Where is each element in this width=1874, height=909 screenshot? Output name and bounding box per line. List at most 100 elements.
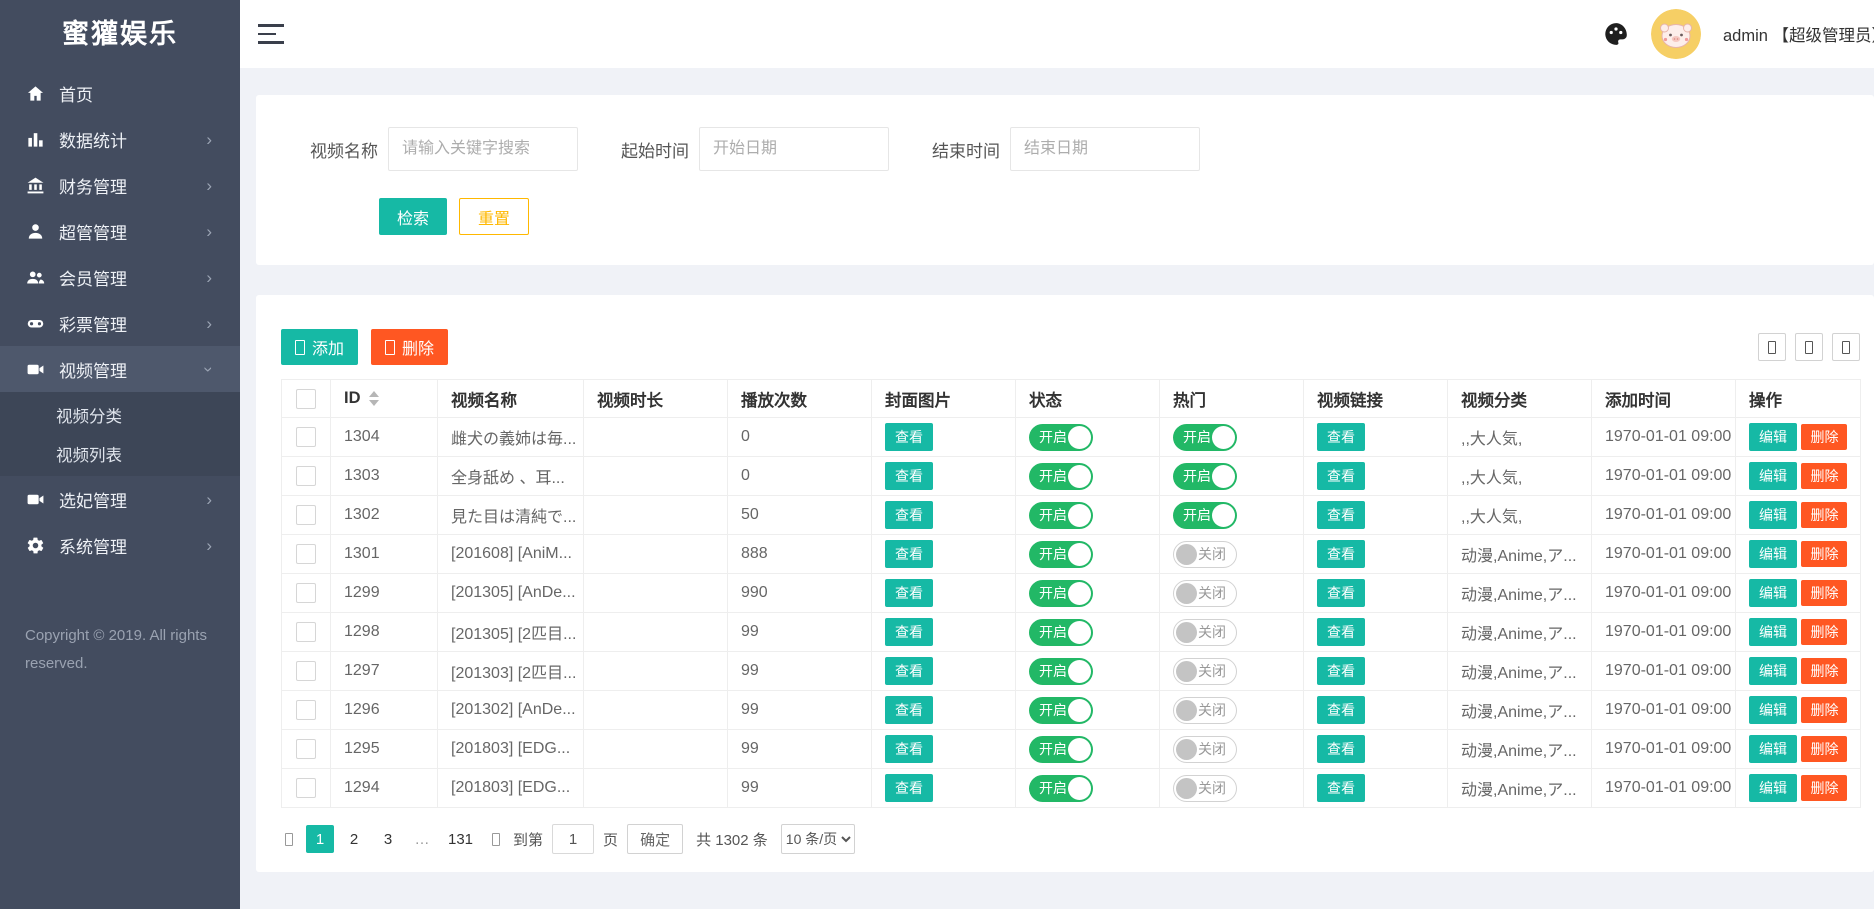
row-delete-button[interactable]: 删除 [1801,619,1847,645]
status-toggle[interactable]: 开启 [1029,502,1093,529]
select-all-checkbox[interactable] [296,389,316,409]
row-checkbox[interactable] [296,427,316,447]
sidebar-item-6[interactable]: 视频管理› [0,346,240,392]
cover-view-button[interactable]: 查看 [885,735,933,763]
row-delete-button[interactable]: 删除 [1801,502,1847,528]
status-toggle[interactable]: 开启 [1029,775,1093,802]
row-delete-button[interactable]: 删除 [1801,463,1847,489]
row-checkbox[interactable] [296,661,316,681]
row-delete-button[interactable]: 删除 [1801,424,1847,450]
row-delete-button[interactable]: 删除 [1801,697,1847,723]
video-name-input[interactable] [388,127,578,171]
row-delete-button[interactable]: 删除 [1801,736,1847,762]
edit-button[interactable]: 编辑 [1749,540,1797,568]
row-delete-button[interactable]: 删除 [1801,580,1847,606]
page-button-1[interactable]: 1 [306,825,334,853]
link-view-button[interactable]: 查看 [1317,774,1365,802]
hot-toggle[interactable]: 关闭 [1173,658,1237,685]
link-view-button[interactable]: 查看 [1317,657,1365,685]
edit-button[interactable]: 编辑 [1749,501,1797,529]
edit-button[interactable]: 编辑 [1749,657,1797,685]
row-checkbox[interactable] [296,622,316,642]
export-button[interactable] [1795,333,1823,361]
search-button[interactable]: 检索 [379,198,447,235]
menu-collapse-icon[interactable] [258,24,284,44]
sort-icon[interactable] [369,391,379,406]
row-delete-button[interactable]: 删除 [1801,541,1847,567]
page-button-2[interactable]: 2 [340,825,368,853]
cover-view-button[interactable]: 查看 [885,696,933,724]
page-size-select[interactable]: 10 条/页 [781,824,855,854]
page-button-3[interactable]: 3 [374,825,402,853]
sidebar-subitem-1[interactable]: 视频列表 [0,434,240,473]
theme-palette-icon[interactable] [1603,21,1629,47]
row-checkbox[interactable] [296,739,316,759]
sidebar-item-8[interactable]: 系统管理› [0,522,240,568]
edit-button[interactable]: 编辑 [1749,774,1797,802]
sidebar-item-1[interactable]: 数据统计› [0,116,240,162]
page-button-131[interactable]: 131 [442,825,479,853]
cover-view-button[interactable]: 查看 [885,579,933,607]
link-view-button[interactable]: 查看 [1317,618,1365,646]
row-delete-button[interactable]: 删除 [1801,658,1847,684]
cover-view-button[interactable]: 查看 [885,501,933,529]
sidebar-item-0[interactable]: 首页 [0,70,240,116]
user-avatar[interactable] [1651,9,1701,59]
link-view-button[interactable]: 查看 [1317,423,1365,451]
cover-view-button[interactable]: 查看 [885,618,933,646]
row-checkbox[interactable] [296,544,316,564]
row-checkbox[interactable] [296,505,316,525]
hot-toggle[interactable]: 关闭 [1173,541,1237,568]
status-toggle[interactable]: 开启 [1029,658,1093,685]
status-toggle[interactable]: 开启 [1029,736,1093,763]
filter-columns-button[interactable] [1758,333,1786,361]
sidebar-item-5[interactable]: 彩票管理› [0,300,240,346]
hot-toggle[interactable]: 关闭 [1173,580,1237,607]
cover-view-button[interactable]: 查看 [885,462,933,490]
cover-view-button[interactable]: 查看 [885,540,933,568]
hot-toggle[interactable]: 开启 [1173,424,1237,451]
link-view-button[interactable]: 查看 [1317,501,1365,529]
reset-button[interactable]: 重置 [459,198,529,235]
sidebar-item-4[interactable]: 会员管理› [0,254,240,300]
print-button[interactable] [1832,333,1860,361]
link-view-button[interactable]: 查看 [1317,579,1365,607]
end-date-input[interactable] [1010,127,1200,171]
row-checkbox[interactable] [296,778,316,798]
goto-confirm-button[interactable]: 确定 [627,824,683,854]
link-view-button[interactable]: 查看 [1317,462,1365,490]
edit-button[interactable]: 编辑 [1749,735,1797,763]
cover-view-button[interactable]: 查看 [885,774,933,802]
status-toggle[interactable]: 开启 [1029,541,1093,568]
link-view-button[interactable]: 查看 [1317,540,1365,568]
cover-view-button[interactable]: 查看 [885,423,933,451]
hot-toggle[interactable]: 开启 [1173,502,1237,529]
status-toggle[interactable]: 开启 [1029,424,1093,451]
status-toggle[interactable]: 开启 [1029,619,1093,646]
delete-button[interactable]: 删除 [371,329,448,365]
next-page-button[interactable] [488,833,504,846]
edit-button[interactable]: 编辑 [1749,579,1797,607]
status-toggle[interactable]: 开启 [1029,580,1093,607]
link-view-button[interactable]: 查看 [1317,735,1365,763]
edit-button[interactable]: 编辑 [1749,618,1797,646]
sidebar-subitem-0[interactable]: 视频分类 [0,395,240,434]
hot-toggle[interactable]: 关闭 [1173,697,1237,724]
sidebar-item-7[interactable]: 选妃管理› [0,476,240,522]
status-toggle[interactable]: 开启 [1029,463,1093,490]
user-name[interactable]: admin 【超级管理员】 [1723,22,1874,46]
sidebar-item-2[interactable]: 财务管理› [0,162,240,208]
hot-toggle[interactable]: 关闭 [1173,775,1237,802]
edit-button[interactable]: 编辑 [1749,696,1797,724]
status-toggle[interactable]: 开启 [1029,697,1093,724]
add-button[interactable]: 添加 [281,329,358,365]
prev-page-button[interactable] [281,833,297,846]
hot-toggle[interactable]: 开启 [1173,463,1237,490]
hot-toggle[interactable]: 关闭 [1173,619,1237,646]
goto-page-input[interactable] [552,824,594,854]
row-checkbox[interactable] [296,466,316,486]
link-view-button[interactable]: 查看 [1317,696,1365,724]
cover-view-button[interactable]: 查看 [885,657,933,685]
edit-button[interactable]: 编辑 [1749,423,1797,451]
row-checkbox[interactable] [296,583,316,603]
